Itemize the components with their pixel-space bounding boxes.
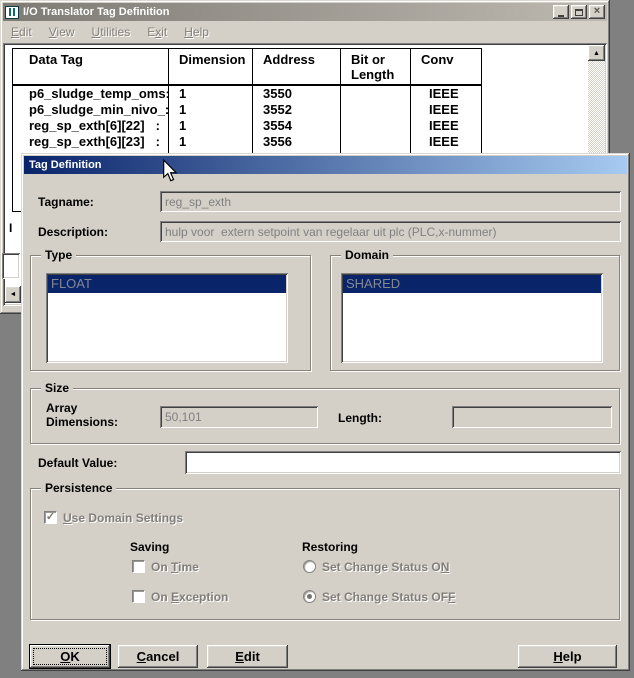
cell-dimension: 1 bbox=[169, 102, 253, 118]
menu-item-edit[interactable]: Edit bbox=[11, 25, 32, 39]
on-time-label: On Time bbox=[151, 560, 199, 574]
edit-button[interactable]: Edit bbox=[207, 645, 288, 668]
close-icon: × bbox=[594, 6, 600, 17]
array-dimensions-label: ArrayDimensions: bbox=[46, 401, 118, 429]
domain-group: Domain SHARED bbox=[330, 255, 620, 371]
cell-data-tag: p6_sludge_temp_oms bbox=[29, 86, 166, 102]
use-domain-settings-label: Use Domain Settings bbox=[63, 511, 183, 525]
maximize-icon bbox=[575, 9, 583, 16]
column-header-conv: Conv bbox=[411, 49, 481, 84]
set-change-status-off-label: Set Change Status OFF bbox=[322, 590, 455, 604]
ok-button[interactable]: OK bbox=[30, 645, 110, 668]
length-field[interactable] bbox=[452, 406, 612, 428]
cell-bit-or-length bbox=[341, 102, 411, 118]
dialog-title: Tag Definition bbox=[29, 159, 102, 171]
type-group-label: Type bbox=[41, 248, 76, 262]
tagname-label: Tagname: bbox=[38, 195, 94, 209]
scroll-left-button[interactable]: ◄ bbox=[5, 286, 21, 303]
window-titlebar[interactable]: I/O Translator Tag Definition × bbox=[3, 3, 607, 21]
set-change-status-off-radio[interactable] bbox=[303, 590, 316, 603]
default-value-field[interactable] bbox=[185, 451, 621, 474]
column-header-bit-or-length: Bit or Length bbox=[341, 49, 411, 84]
menu-item-exit[interactable]: Exit bbox=[147, 25, 167, 39]
size-group-label: Size bbox=[41, 381, 73, 395]
checkmark-icon: ✓ bbox=[46, 512, 55, 523]
cell-address: 3556 bbox=[253, 134, 341, 150]
close-button[interactable]: × bbox=[589, 5, 605, 19]
cell-bit-or-length bbox=[341, 134, 411, 150]
array-dimensions-field[interactable]: 50,101 bbox=[160, 406, 318, 428]
maximize-button[interactable] bbox=[571, 5, 587, 19]
minimize-button[interactable] bbox=[553, 5, 569, 19]
saving-label: Saving bbox=[130, 540, 169, 554]
type-listbox[interactable]: FLOAT bbox=[46, 273, 288, 363]
length-label: Length: bbox=[338, 411, 382, 425]
use-domain-settings-checkbox[interactable]: ✓ bbox=[44, 511, 57, 524]
cell-conv: IEEE bbox=[411, 102, 481, 118]
persistence-group-label: Persistence bbox=[41, 481, 116, 495]
cell-dimension: 1 bbox=[169, 118, 253, 134]
window-controls: × bbox=[553, 5, 605, 19]
description-field[interactable]: hulp voor extern setpoint van regelaar u… bbox=[160, 221, 621, 242]
cell-address: 3550 bbox=[253, 86, 341, 102]
menu-item-help[interactable]: Help bbox=[184, 25, 209, 39]
cell-bit-or-length bbox=[341, 86, 411, 102]
cell-conv: IEEE bbox=[411, 86, 481, 102]
table-row[interactable]: reg_sp_exth[6][23]: 1 3556 IEEE bbox=[13, 134, 481, 150]
cell-data-tag: reg_sp_exth[6][23] bbox=[29, 134, 145, 150]
cell-data-tag: p6_sludge_min_nivo_ bbox=[29, 102, 165, 118]
menu-bar: Edit View Utilities Exit Help bbox=[3, 21, 607, 42]
cell-dimension: 1 bbox=[169, 134, 253, 150]
domain-group-label: Domain bbox=[341, 248, 393, 262]
cancel-button[interactable]: Cancel bbox=[118, 645, 198, 668]
scroll-left-icon: ◄ bbox=[10, 291, 17, 298]
tag-definition-dialog: Tag Definition Tagname: reg_sp_exth Desc… bbox=[21, 153, 630, 671]
type-option-float[interactable]: FLOAT bbox=[48, 275, 286, 293]
minimize-icon bbox=[558, 15, 564, 17]
domain-listbox[interactable]: SHARED bbox=[341, 273, 603, 363]
on-time-checkbox[interactable] bbox=[132, 560, 145, 573]
table-row[interactable]: p6_sludge_min_nivo_: 1 3552 IEEE bbox=[13, 102, 481, 118]
dialog-titlebar[interactable]: Tag Definition bbox=[24, 156, 627, 174]
on-exception-checkbox[interactable] bbox=[132, 590, 145, 603]
help-button[interactable]: Help bbox=[518, 645, 617, 668]
occluded-text-fragment: I bbox=[9, 221, 12, 235]
column-header-address: Address bbox=[253, 49, 341, 84]
menu-item-view[interactable]: View bbox=[49, 25, 75, 39]
cell-address: 3554 bbox=[253, 118, 341, 134]
column-header-data-tag: Data Tag bbox=[13, 49, 169, 84]
scroll-up-icon: ▲ bbox=[593, 50, 600, 57]
set-change-status-on-radio[interactable] bbox=[303, 560, 316, 573]
type-group: Type FLOAT bbox=[30, 255, 311, 371]
domain-option-shared[interactable]: SHARED bbox=[343, 275, 601, 293]
cell-conv: IEEE bbox=[411, 134, 481, 150]
cell-address: 3552 bbox=[253, 102, 341, 118]
set-change-status-on-label: Set Change Status ON bbox=[322, 560, 449, 574]
default-value-label: Default Value: bbox=[38, 456, 117, 470]
table-row[interactable]: p6_sludge_temp_oms: 1 3550 IEEE bbox=[13, 86, 481, 102]
column-header-dimension: Dimension bbox=[169, 49, 253, 84]
cell-data-tag: reg_sp_exth[6][22] bbox=[29, 118, 145, 134]
mouse-cursor bbox=[162, 159, 178, 183]
app-icon bbox=[5, 6, 19, 19]
table-header-row: Data Tag Dimension Address Bit or Length… bbox=[13, 49, 481, 86]
description-label: Description: bbox=[38, 225, 108, 239]
restoring-label: Restoring bbox=[302, 540, 358, 554]
cell-colon: : bbox=[156, 134, 160, 150]
desktop: I/O Translator Tag Definition × Edit Vie… bbox=[0, 0, 634, 678]
radio-dot bbox=[307, 594, 312, 599]
cell-dimension: 1 bbox=[169, 86, 253, 102]
cell-colon: : bbox=[156, 118, 160, 134]
cell-bit-or-length bbox=[341, 118, 411, 134]
occluded-panel-fragment bbox=[2, 253, 20, 279]
window-title: I/O Translator Tag Definition bbox=[23, 6, 553, 18]
scroll-up-button[interactable]: ▲ bbox=[588, 45, 605, 61]
menu-item-utilities[interactable]: Utilities bbox=[92, 25, 131, 39]
tagname-field[interactable]: reg_sp_exth bbox=[160, 191, 621, 212]
table-row[interactable]: reg_sp_exth[6][22]: 1 3554 IEEE bbox=[13, 118, 481, 134]
cell-conv: IEEE bbox=[411, 118, 481, 134]
on-exception-label: On Exception bbox=[151, 590, 228, 604]
